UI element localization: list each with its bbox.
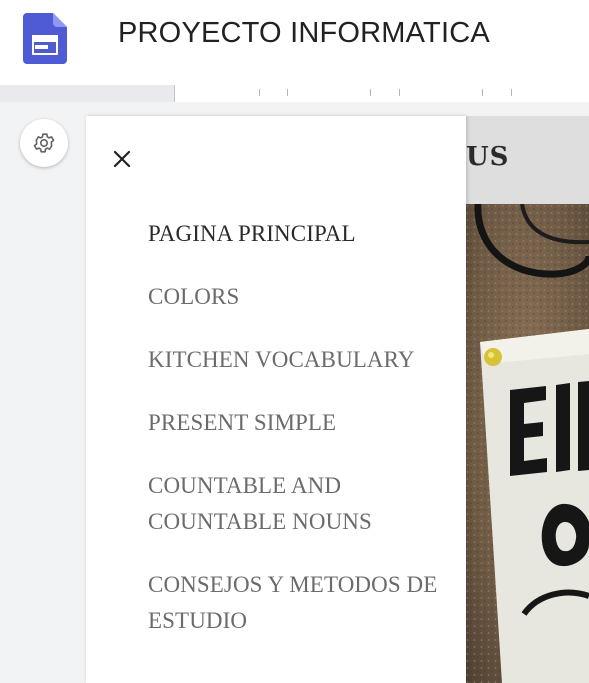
nav-item-kitchen-vocabulary[interactable]: KITCHEN VOCABULARY (148, 342, 458, 378)
close-icon (113, 150, 131, 168)
ruler-tick (511, 89, 512, 96)
document-title[interactable]: PROYECTO INFORMATICA (118, 17, 490, 50)
nav-item-present-simple[interactable]: PRESENT SIMPLE (148, 405, 458, 441)
ruler-tick (259, 89, 260, 96)
nav-item-pagina-principal[interactable]: PAGINA PRINCIPAL (148, 216, 458, 252)
nav-menu: PAGINA PRINCIPAL COLORS KITCHEN VOCABULA… (148, 216, 458, 639)
ruler-tick (370, 89, 371, 96)
ruler-tick (482, 89, 483, 96)
sites-editor-window: PROYECTO INFORMATICA US PAGINA PRINCIPAL… (0, 0, 589, 683)
cork-board-photo (466, 204, 589, 683)
app-header: PROYECTO INFORMATICA (0, 0, 589, 82)
close-button[interactable] (107, 144, 137, 174)
nav-item-consejos-estudio[interactable]: CONSEJOS Y METODOS DE ESTUDIO (148, 567, 458, 639)
ruler-track (174, 85, 589, 102)
hero-image[interactable] (466, 204, 589, 683)
settings-button[interactable] (20, 119, 68, 167)
ruler (0, 85, 589, 102)
nav-item-colors[interactable]: COLORS (148, 279, 458, 315)
ruler-tick (399, 89, 400, 96)
ruler-tick (287, 89, 288, 96)
gear-icon (33, 133, 55, 153)
nav-item-countable-nouns[interactable]: COUNTABLE AND COUNTABLE NOUNS (148, 468, 458, 540)
google-sites-icon[interactable] (23, 13, 67, 64)
site-header-title: US (466, 142, 510, 172)
